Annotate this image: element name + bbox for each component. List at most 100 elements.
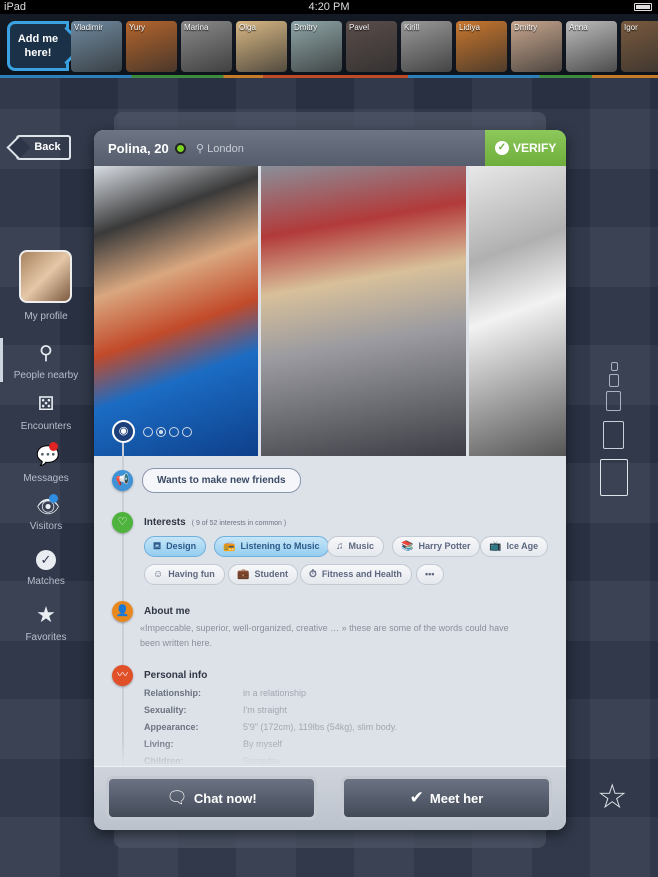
person-name: Dmitry bbox=[514, 23, 538, 32]
interests-heading: Interests( 9 of 52 interests in common ) bbox=[144, 517, 287, 528]
status-bar: iPad 4:20 PM bbox=[0, 0, 658, 14]
pulse-icon: 〰 bbox=[112, 665, 133, 686]
info-key: Appearance: bbox=[144, 722, 199, 732]
sidebar-item-messages[interactable]: Messages bbox=[0, 473, 92, 484]
person-thumbnail[interactable]: Anna bbox=[566, 21, 617, 72]
profile-header: Polina, 20 ⚲ London VERIFY bbox=[94, 130, 566, 166]
strip-color-line bbox=[0, 75, 658, 78]
stack-thumb[interactable] bbox=[603, 421, 624, 449]
stack-thumb[interactable] bbox=[600, 459, 628, 496]
about-text: «Impeccable, superior, well-organized, c… bbox=[140, 623, 509, 648]
info-value: in a relationship bbox=[243, 688, 307, 698]
battery-icon bbox=[634, 3, 652, 11]
location-pin-icon: ⚲ bbox=[196, 143, 208, 155]
person-thumbnail[interactable]: Marina bbox=[181, 21, 232, 72]
sidebar-item-favorites[interactable]: Favorites bbox=[0, 632, 92, 643]
interest-chip[interactable]: ♫ Music bbox=[327, 536, 385, 557]
sidebar-item-people-nearby[interactable]: People nearby bbox=[0, 370, 92, 381]
person-name: Marina bbox=[184, 23, 209, 32]
person-name: Kirill bbox=[404, 23, 420, 32]
person-name: Vladimir bbox=[74, 23, 103, 32]
books-icon: 📚 bbox=[401, 541, 414, 552]
person-name: Igor bbox=[624, 23, 638, 32]
person-thumbnail[interactable]: Pavel bbox=[346, 21, 397, 72]
briefcase-icon: 💼 bbox=[237, 569, 250, 580]
verify-button[interactable]: VERIFY bbox=[485, 130, 566, 166]
photo-page-dot-active[interactable] bbox=[156, 427, 166, 437]
interest-chip[interactable]: ⛾ Design bbox=[144, 536, 207, 557]
interest-label: Student bbox=[254, 569, 288, 579]
interest-chip[interactable]: 📻 Listening to Music bbox=[214, 536, 330, 557]
chat-now-button[interactable]: 🗨 Chat now! bbox=[106, 776, 317, 820]
star-icon[interactable]: ★ bbox=[36, 604, 56, 626]
profile-photo[interactable] bbox=[261, 166, 466, 456]
sidebar-item-matches[interactable]: Matches bbox=[0, 576, 92, 587]
heart-icon: ♡ bbox=[112, 512, 133, 533]
interest-label: Ice Age bbox=[506, 541, 539, 551]
profile-name: Polina, 20 bbox=[108, 141, 169, 156]
person-thumbnail[interactable]: Kirill bbox=[401, 21, 452, 72]
profile-photo[interactable] bbox=[94, 166, 258, 456]
people-strip: Add me here! Vladimir Yury Marina Olga Dmitr… bbox=[0, 14, 658, 78]
sidebar-item-my-profile[interactable]: My profile bbox=[0, 311, 92, 322]
scroll-fade bbox=[94, 740, 566, 766]
interest-chip[interactable]: ••• bbox=[416, 564, 445, 585]
person-thumbnail[interactable]: Yury bbox=[126, 21, 177, 72]
location: ⚲ London bbox=[196, 143, 244, 155]
clock: 4:20 PM bbox=[308, 1, 350, 13]
stack-thumb[interactable] bbox=[611, 362, 618, 371]
chat-icon: 🗨 bbox=[166, 788, 188, 807]
mask-icon: ☺ bbox=[153, 569, 164, 580]
person-name: Anna bbox=[569, 23, 588, 32]
interest-chip[interactable]: 📚 Harry Potter bbox=[392, 536, 481, 557]
interest-chip[interactable]: ☺ Having fun bbox=[144, 564, 225, 585]
person-thumbnail[interactable]: Olga bbox=[236, 21, 287, 72]
info-value: 5'9" (172cm), 119lbs (54kg), slim body. bbox=[243, 722, 398, 732]
check-icon[interactable]: ✓ bbox=[36, 550, 56, 570]
profile-photo[interactable] bbox=[469, 166, 566, 456]
avatar[interactable] bbox=[19, 250, 72, 303]
back-button[interactable]: Back bbox=[16, 135, 71, 160]
interest-label: Fitness and Health bbox=[321, 569, 402, 579]
about-heading: About me bbox=[144, 606, 191, 617]
info-key: Sexuality: bbox=[144, 705, 187, 715]
messages-badge bbox=[49, 442, 58, 451]
person-icon: 👤 bbox=[112, 601, 133, 622]
interest-chip[interactable]: 💼 Student bbox=[228, 564, 298, 585]
sidebar-item-visitors[interactable]: Visitors bbox=[0, 521, 92, 532]
interest-label: Design bbox=[166, 541, 197, 551]
sidebar-item-encounters[interactable]: Encounters bbox=[0, 421, 92, 432]
person-thumbnail[interactable]: Dmitry bbox=[291, 21, 342, 72]
interest-chip[interactable]: 📺 Ice Age bbox=[480, 536, 549, 557]
action-bar: 🗨 Chat now! ✔ Meet her bbox=[94, 766, 566, 830]
add-me-button[interactable]: Add me here! bbox=[7, 21, 69, 71]
person-thumbnail[interactable]: Dmitry bbox=[511, 21, 562, 72]
stack-thumb[interactable] bbox=[609, 374, 619, 387]
photo-page-dot[interactable] bbox=[182, 427, 192, 437]
photo-page-dot[interactable] bbox=[143, 427, 153, 437]
megaphone-icon: 📢 bbox=[112, 470, 133, 491]
visitors-badge bbox=[49, 494, 58, 503]
person-thumbnail[interactable]: Lidiya bbox=[456, 21, 507, 72]
stopwatch-icon: ⏱ bbox=[309, 569, 317, 580]
map-pin-icon[interactable]: ⚲ bbox=[36, 344, 56, 364]
person-name: Pavel bbox=[349, 23, 370, 32]
person-name: Yury bbox=[129, 23, 146, 32]
interest-chip[interactable]: ⏱ Fitness and Health bbox=[300, 564, 412, 585]
meet-her-button[interactable]: ✔ Meet her bbox=[341, 776, 552, 820]
stack-thumb[interactable] bbox=[606, 391, 621, 411]
paint-bucket-icon: ⛾ bbox=[153, 541, 162, 552]
person-thumbnail[interactable]: Igor bbox=[621, 21, 658, 72]
info-value: I'm straight bbox=[243, 705, 287, 715]
dice-icon[interactable]: ⚄ bbox=[36, 395, 56, 415]
photo-page-dot[interactable] bbox=[169, 427, 179, 437]
info-key: Relationship: bbox=[144, 688, 202, 698]
favorite-star-button[interactable]: ☆ bbox=[597, 780, 627, 814]
interest-label: Music bbox=[348, 541, 375, 551]
radio-icon: 📻 bbox=[223, 541, 236, 552]
person-thumbnail[interactable]: Vladimir bbox=[71, 21, 122, 72]
camera-icon[interactable]: ◉ bbox=[112, 420, 135, 443]
music-note-icon: ♫ bbox=[336, 541, 344, 552]
person-name: Dmitry bbox=[294, 23, 318, 32]
tv-icon: 📺 bbox=[489, 541, 502, 552]
